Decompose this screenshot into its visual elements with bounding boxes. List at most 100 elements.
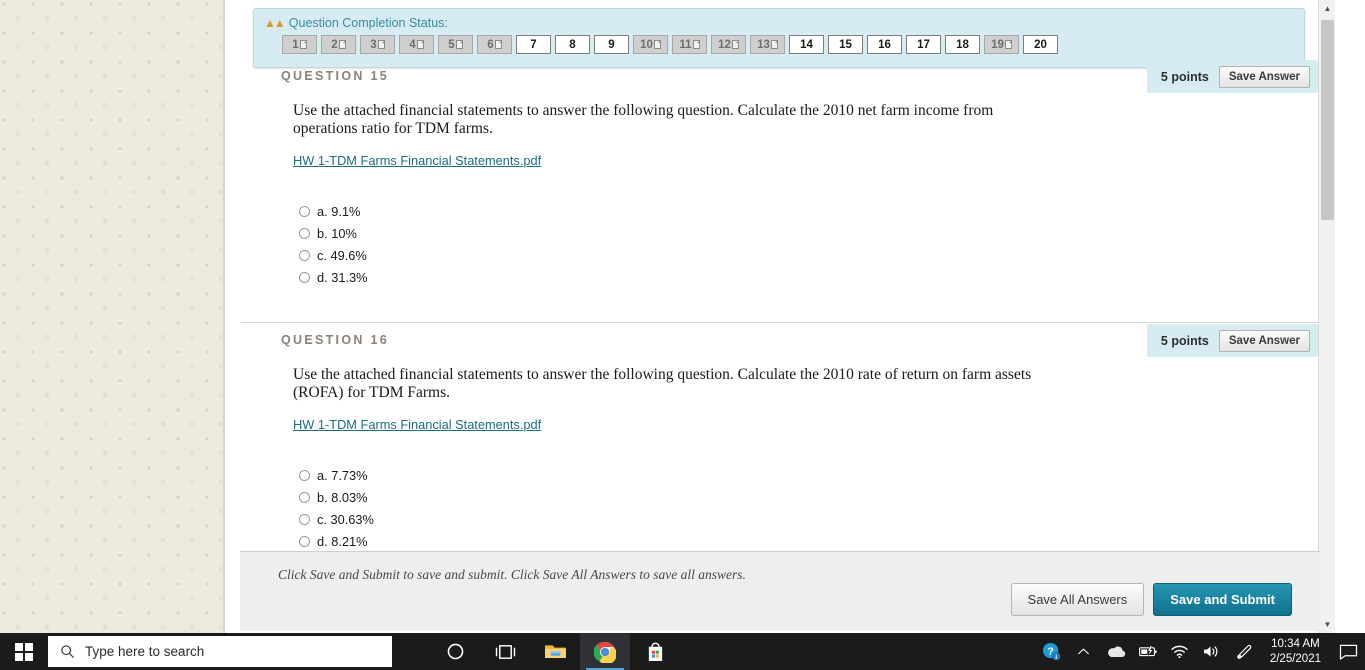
answer-options: a. 7.73% b. 8.03% c. 30.63% d. 8.21% — [299, 464, 374, 552]
question-status-number: 7 — [530, 38, 537, 51]
question-text: Use the attached financial statements to… — [293, 102, 994, 138]
question-status-number: 2 — [331, 38, 338, 51]
question-status-button-9[interactable]: 9 — [594, 35, 629, 54]
radio-button[interactable] — [299, 491, 310, 503]
question-status-number: 9 — [608, 38, 615, 51]
assessment-content: ▲▲ Question Completion Status: 123456789… — [225, 0, 1335, 633]
microsoft-store-icon[interactable] — [630, 633, 680, 670]
radio-button[interactable] — [299, 227, 310, 239]
question-status-button-4[interactable]: 4 — [399, 35, 434, 54]
show-hidden-icons-icon[interactable] — [1068, 633, 1100, 670]
question-status-button-6[interactable]: 6 — [477, 35, 512, 54]
document-icon — [770, 40, 778, 49]
windows-logo-icon — [15, 642, 33, 661]
submit-bar: Click Save and Submit to save and submit… — [240, 551, 1320, 631]
save-and-submit-button[interactable]: Save and Submit — [1153, 583, 1292, 616]
points-label: 5 points — [1160, 69, 1209, 84]
clock-time: 10:34 AM — [1271, 638, 1320, 651]
question-points-bar: 5 points Save Answer — [1146, 60, 1318, 93]
submit-hint-text: Click Save and Submit to save and submit… — [278, 567, 746, 582]
scroll-up-arrow-icon[interactable]: ▲ — [1319, 0, 1336, 17]
scrollbar-thumb[interactable] — [1321, 20, 1334, 220]
page-root: ▲▲ Question Completion Status: 123456789… — [0, 0, 1365, 670]
question-status-button-10[interactable]: 10 — [633, 35, 668, 54]
answer-option[interactable]: a. 9.1% — [299, 200, 368, 222]
question-status-button-19[interactable]: 19 — [984, 35, 1019, 54]
radio-button[interactable] — [299, 469, 310, 481]
answer-option[interactable]: d. 8.21% — [299, 530, 374, 552]
vertical-scrollbar[interactable]: ▲ ▼ — [1318, 0, 1335, 633]
question-status-button-3[interactable]: 3 — [360, 35, 395, 54]
question-status-button-12[interactable]: 12 — [711, 35, 746, 54]
question-status-number: 1 — [292, 38, 299, 51]
question-status-button-14[interactable]: 14 — [789, 35, 824, 54]
question-status-button-2[interactable]: 2 — [321, 35, 356, 54]
document-icon — [299, 40, 307, 49]
question-status-button-15[interactable]: 15 — [828, 35, 863, 54]
document-icon — [338, 40, 346, 49]
status-panel-title: Question Completion Status: — [288, 16, 448, 30]
question-status-button-5[interactable]: 5 — [438, 35, 473, 54]
task-view-icon[interactable] — [480, 633, 530, 670]
question-status-number: 5 — [448, 38, 455, 51]
submit-actions: Save All Answers Save and Submit — [1010, 583, 1292, 616]
question-status-button-8[interactable]: 8 — [555, 35, 590, 54]
double-chevron-up-icon[interactable]: ▲▲ — [264, 17, 286, 29]
question-status-button-7[interactable]: 7 — [516, 35, 551, 54]
document-icon — [1004, 40, 1012, 49]
question-completion-status-panel: ▲▲ Question Completion Status: 123456789… — [253, 8, 1305, 68]
radio-button[interactable] — [299, 271, 310, 283]
question-status-number: 3 — [370, 38, 377, 51]
file-explorer-icon[interactable] — [530, 633, 580, 670]
question-status-number: 16 — [878, 38, 891, 51]
start-button[interactable] — [0, 633, 48, 670]
radio-button[interactable] — [299, 535, 310, 547]
question-status-button-20[interactable]: 20 — [1023, 35, 1058, 54]
answer-option[interactable]: a. 7.73% — [299, 464, 374, 486]
answer-option[interactable]: d. 31.3% — [299, 266, 368, 288]
question-header: QUESTION 15 — [281, 69, 389, 83]
radio-button[interactable] — [299, 513, 310, 525]
answer-option-label: c. 49.6% — [317, 247, 367, 263]
battery-icon[interactable] — [1132, 633, 1164, 670]
answer-option[interactable]: c. 49.6% — [299, 244, 368, 266]
answer-option-label: b. 8.03% — [317, 489, 368, 505]
document-icon — [692, 40, 700, 49]
question-status-button-18[interactable]: 18 — [945, 35, 980, 54]
save-answer-button[interactable]: Save Answer — [1218, 65, 1310, 88]
answer-option[interactable]: c. 30.63% — [299, 508, 374, 530]
question-status-button-13[interactable]: 13 — [750, 35, 785, 54]
page-background-pattern — [0, 0, 223, 633]
status-panel-header: ▲▲ Question Completion Status: — [254, 9, 1304, 30]
clock-date: 2/25/2021 — [1269, 652, 1321, 665]
attachment-link[interactable]: HW 1-TDM Farms Financial Statements.pdf — [293, 153, 541, 168]
question-status-number: 13 — [757, 38, 770, 51]
clock[interactable]: 10:34 AM 2/25/2021 — [1260, 633, 1331, 670]
answer-option-label: d. 31.3% — [317, 269, 368, 285]
search-placeholder: Type here to search — [85, 644, 205, 659]
system-tray: ? 10:34 AM 2/25/2021 — [1036, 633, 1365, 670]
answer-option[interactable]: b. 10% — [299, 222, 368, 244]
radio-button[interactable] — [299, 205, 310, 217]
question-status-button-17[interactable]: 17 — [906, 35, 941, 54]
attachment-link[interactable]: HW 1-TDM Farms Financial Statements.pdf — [293, 417, 541, 432]
radio-button[interactable] — [299, 249, 310, 261]
notification-icon[interactable] — [1331, 633, 1365, 670]
question-status-button-16[interactable]: 16 — [867, 35, 902, 54]
volume-icon[interactable] — [1196, 633, 1228, 670]
answer-option[interactable]: b. 8.03% — [299, 486, 374, 508]
question-status-button-11[interactable]: 11 — [672, 35, 707, 54]
onedrive-icon[interactable] — [1100, 633, 1132, 670]
pen-icon[interactable] — [1228, 633, 1260, 670]
chrome-icon[interactable] — [580, 633, 630, 670]
help-icon[interactable]: ? — [1036, 633, 1068, 670]
question-status-button-1[interactable]: 1 — [282, 35, 317, 54]
wifi-icon[interactable] — [1164, 633, 1196, 670]
search-input[interactable]: Type here to search — [48, 636, 392, 667]
scroll-down-arrow-icon[interactable]: ▼ — [1319, 616, 1336, 633]
save-all-answers-button[interactable]: Save All Answers — [1010, 583, 1145, 616]
answer-option-label: c. 30.63% — [317, 511, 374, 527]
save-answer-button[interactable]: Save Answer — [1218, 329, 1310, 352]
document-icon — [731, 40, 739, 49]
cortana-icon[interactable] — [430, 633, 480, 670]
